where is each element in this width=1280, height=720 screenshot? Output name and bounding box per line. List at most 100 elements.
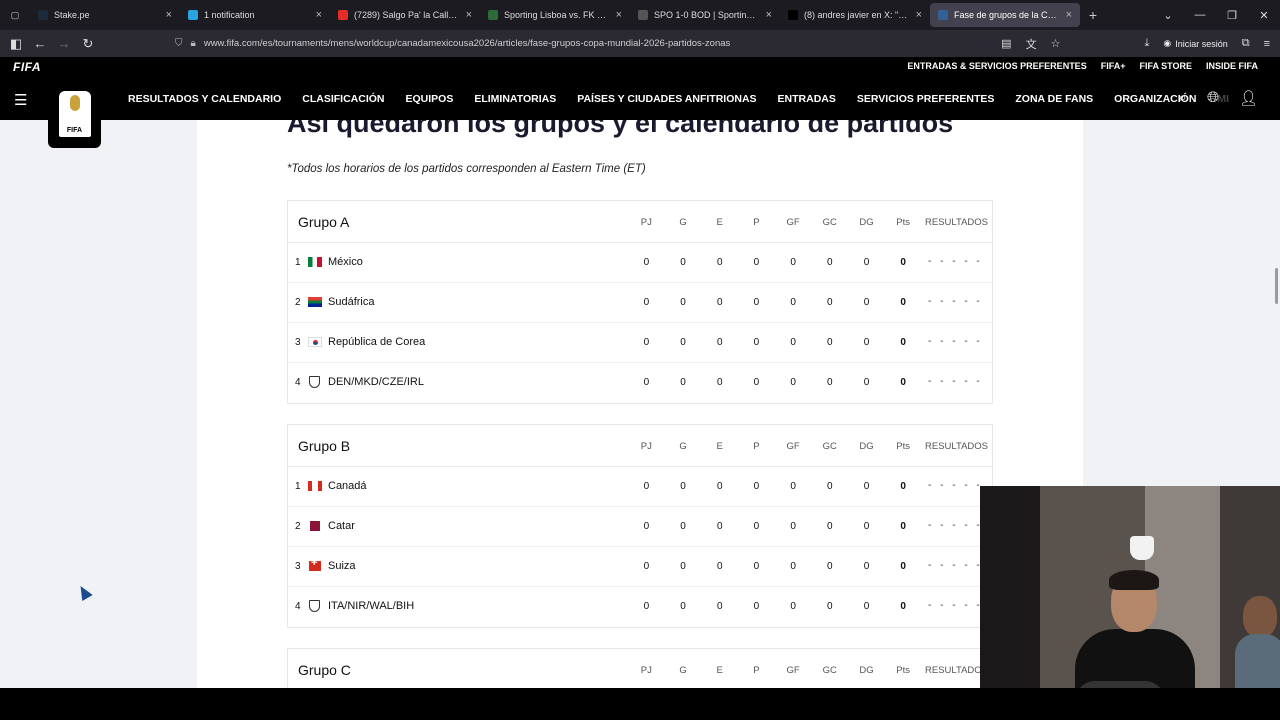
table-row[interactable]: 4 ITA/NIR/WAL/BIH 0 0 0 0 0 0 0 0 - - - - - — [288, 587, 992, 627]
team-name[interactable]: Suiza — [328, 560, 356, 572]
results-placeholder: - - - - - — [928, 520, 983, 531]
browser-tab[interactable]: 1 notification × — [180, 3, 330, 27]
tab-close-icon[interactable]: × — [1066, 9, 1072, 21]
tab-close-icon[interactable]: × — [766, 9, 772, 21]
column-header: Pts — [896, 665, 911, 676]
tab-label: Sporting Lisboa vs. FK Bodø/Gli — [504, 10, 610, 20]
group-header: Grupo A PJ G E P GF GC DG Pts RESULTADOS — [288, 201, 992, 243]
menu-icon[interactable]: ≡ — [1264, 38, 1270, 50]
sidebar-toggle-icon[interactable]: ◧ — [4, 36, 28, 52]
stat-cell: 0 — [753, 561, 760, 572]
back-button[interactable]: ← — [28, 36, 52, 51]
reload-button[interactable]: ↻ — [76, 36, 100, 52]
fifa-top-link[interactable]: ENTRADAS & SERVICIOS PREFERENTES — [907, 61, 1086, 71]
translate-icon[interactable]: 文 — [1026, 36, 1037, 52]
table-row[interactable]: 3 Suiza 0 0 0 0 0 0 0 0 - - - - - — [288, 547, 992, 587]
page-scrollbar[interactable] — [1275, 268, 1278, 304]
fifa-logo[interactable]: FIFA — [13, 60, 41, 74]
lock-icon[interactable]: 🔒︎ — [191, 38, 196, 49]
main-nav-item[interactable]: SERVICIOS PREFERENTES — [857, 93, 995, 105]
main-nav-item[interactable]: RESULTADOS Y CALENDARIO — [128, 93, 281, 105]
stat-cell: 0 — [790, 337, 796, 348]
restore-button[interactable]: ❐ — [1216, 9, 1248, 22]
table-row[interactable]: 3 República de Corea 0 0 0 0 0 0 0 0 - - - - - — [288, 323, 992, 363]
user-icon[interactable]: 👤︎ — [1239, 89, 1258, 107]
tab-close-icon[interactable]: × — [916, 9, 922, 21]
team-stats: 0 0 0 0 0 0 0 0 — [628, 257, 922, 268]
team-name[interactable]: Catar — [328, 520, 355, 532]
column-header: E — [716, 441, 723, 452]
table-row[interactable]: 2 Sudáfrica 0 0 0 0 0 0 0 0 - - - - - — [288, 283, 992, 323]
fifa-top-link[interactable]: FIFA STORE — [1139, 61, 1192, 71]
main-nav-item[interactable]: EQUIPOS — [405, 93, 453, 105]
table-row[interactable]: 2 Catar 0 0 0 0 0 0 0 0 - - - - - — [288, 507, 992, 547]
extensions-icon[interactable]: ⧉ — [1242, 37, 1250, 50]
browser-tab[interactable]: Stake.pe × — [30, 3, 180, 27]
main-nav-item[interactable]: ENTRADAS — [778, 93, 836, 105]
browser-tab[interactable]: Sporting Lisboa vs. FK Bodø/Gli × — [480, 3, 630, 27]
nav-icons: ⌕ 🌐︎ 👤︎ — [1179, 89, 1258, 107]
browser-tab[interactable]: (8) andres javier en X: "xd https: × — [780, 3, 930, 27]
team-stats: 0 0 0 0 0 0 0 0 — [628, 337, 922, 348]
table-row[interactable]: 4 DEN/MKD/CZE/IRL 0 0 0 0 0 0 0 0 - - - - - — [288, 363, 992, 403]
tab-close-icon[interactable]: × — [166, 9, 172, 21]
main-nav-item[interactable]: CLASIFICACIÓN — [302, 93, 384, 105]
fifa-top-link[interactable]: INSIDE FIFA — [1206, 61, 1258, 71]
address-bar[interactable]: ⛉ 🔒︎ www.fifa.com/es/tournaments/mens/wo… — [175, 33, 1055, 54]
column-header: DG — [859, 665, 874, 676]
team-name[interactable]: ITA/NIR/WAL/BIH — [328, 600, 414, 612]
column-header: PJ — [640, 217, 652, 228]
close-window-button[interactable]: ✕ — [1248, 9, 1280, 22]
stat-cell: 0 — [827, 257, 833, 268]
world-cup-2026-badge[interactable]: FIFA — [48, 80, 101, 148]
browser-tab[interactable]: Fase de grupos de la Copa Mun × — [930, 3, 1080, 27]
hamburger-menu-icon[interactable]: ☰ — [14, 91, 27, 109]
column-header: GC — [822, 217, 837, 228]
browser-tab[interactable]: SPO 1-0 BOD | Sporting CP vs Bod × — [630, 3, 780, 27]
globe-icon[interactable]: 🌐︎ — [1207, 89, 1219, 107]
stat-cell: 0 — [716, 297, 723, 308]
column-header: G — [679, 665, 687, 676]
bookmark-star-icon[interactable]: ☆ — [1051, 37, 1061, 50]
downloads-icon[interactable]: ⤓ — [1144, 37, 1149, 50]
stat-cell: 0 — [863, 561, 870, 572]
tab-list-chevron-icon[interactable]: ⌄ — [1152, 9, 1184, 22]
table-row[interactable]: 1 Canadá 0 0 0 0 0 0 0 0 - - - - - — [288, 467, 992, 507]
browser-tab[interactable]: (7289) Salgo Pa' la Calle - YouTub × — [330, 3, 480, 27]
team-name[interactable]: DEN/MKD/CZE/IRL — [328, 376, 424, 388]
tab-overview-icon[interactable]: ▢ — [0, 0, 30, 30]
team-name[interactable]: Sudáfrica — [328, 296, 374, 308]
stat-cell: 0 — [643, 377, 650, 388]
stat-cell: 0 — [680, 601, 686, 612]
fifa-top-link[interactable]: FIFA+ — [1101, 61, 1126, 71]
shield-icon[interactable]: ⛉ — [175, 38, 183, 49]
article-heading: Así quedaron los grupos y el calendario … — [287, 120, 954, 138]
results-placeholder: - - - - - — [928, 480, 983, 491]
main-nav-item[interactable]: ZONA DE FANS — [1015, 93, 1093, 105]
team-name[interactable]: México — [328, 256, 363, 268]
main-nav-item[interactable]: ELIMINATORIAS — [474, 93, 556, 105]
signin-button[interactable]: ◉ Iniciar sesión — [1163, 38, 1227, 49]
new-tab-button[interactable]: + — [1080, 7, 1106, 23]
team-position: 3 — [295, 337, 301, 348]
tab-close-icon[interactable]: × — [616, 9, 622, 21]
search-icon[interactable]: ⌕ — [1179, 89, 1187, 107]
table-row[interactable]: 1 México 0 0 0 0 0 0 0 0 - - - - - — [288, 243, 992, 283]
stat-cell: 0 — [900, 337, 906, 348]
team-stats: 0 0 0 0 0 0 0 0 — [628, 561, 922, 572]
minimize-button[interactable]: — — [1184, 9, 1216, 21]
reader-view-icon[interactable]: ▤ — [1001, 37, 1011, 50]
stat-cell: 0 — [900, 561, 906, 572]
team-name[interactable]: República de Corea — [328, 336, 425, 348]
group-header: Grupo B PJ G E P GF GC DG Pts RESULTADOS — [288, 425, 992, 467]
url-text[interactable]: www.fifa.com/es/tournaments/mens/worldcu… — [204, 38, 730, 49]
forward-button[interactable]: → — [52, 36, 76, 51]
column-header: DG — [859, 441, 874, 452]
tab-close-icon[interactable]: × — [466, 9, 472, 21]
team-stats: 0 0 0 0 0 0 0 0 — [628, 377, 922, 388]
tab-close-icon[interactable]: × — [316, 9, 322, 21]
main-nav-item[interactable]: PAÍSES Y CIUDADES ANFITRIONAS — [577, 93, 756, 105]
column-header: PJ — [640, 441, 652, 452]
column-header: E — [716, 665, 723, 676]
team-name[interactable]: Canadá — [328, 480, 367, 492]
